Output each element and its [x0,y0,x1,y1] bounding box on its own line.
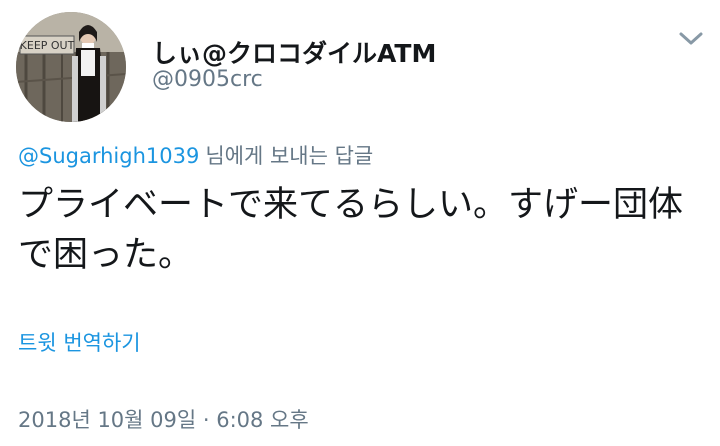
reply-context: @Sugarhigh1039 님에게 보내는 답글 [18,140,373,170]
tweet-text-line: で困った。 [18,235,194,275]
translate-tweet-link[interactable]: 트윗 번역하기 [18,327,141,357]
user-handle[interactable]: @0905crc [152,67,263,92]
display-name[interactable]: しぃ@クロコダイルATM [152,34,436,70]
chevron-down-icon[interactable] [676,26,706,50]
avatar[interactable]: KEEP OUT [16,12,126,122]
tweet-card: KEEP OUT しぃ@クロコダイルATM @0905crc @Sugarhig… [0,0,720,446]
reply-mention-link[interactable]: @Sugarhigh1039 [18,144,199,168]
reply-suffix-text: 님에게 보내는 답글 [205,144,374,168]
svg-text:KEEP OUT: KEEP OUT [20,39,75,52]
tweet-text-line: プライベートで来てるらしい。すげー団体 [18,185,684,225]
tweet-text: プライベートで来てるらしい。すげー団体 で困った。 [18,180,708,280]
tweet-timestamp[interactable]: 2018년 10월 09일 · 6:08 오후 [18,404,309,434]
avatar-photo: KEEP OUT [16,12,126,122]
